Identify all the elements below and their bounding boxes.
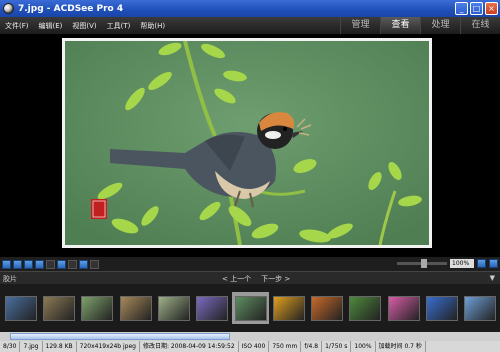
thumbnail-image (157, 295, 190, 321)
tab-online[interactable]: 在线 (460, 17, 500, 34)
maximize-button[interactable]: □ (470, 2, 483, 15)
bird-photo-graphic (65, 41, 429, 245)
filmstrip-thumb-5[interactable] (155, 292, 192, 324)
filmstrip-thumb-12[interactable] (423, 292, 460, 324)
menu-help[interactable]: 帮助(H) (135, 21, 170, 31)
filmstrip-nav: < 上一个 下一步 > (222, 274, 290, 284)
filmstrip-thumb-6[interactable] (194, 292, 231, 324)
filmstrip-thumb-10[interactable] (347, 292, 384, 324)
filmstrip-thumb-11[interactable] (385, 292, 422, 324)
status-aperture: f/4.8 (301, 341, 323, 352)
thumbnail-image (426, 295, 459, 321)
mode-tabs: 管理 查看 处理 在线 (340, 17, 500, 34)
thumbnail-image (387, 295, 420, 321)
menu-bar: 文件(F) 编辑(E) 视图(V) 工具(T) 帮助(H) 管理 查看 处理 在… (0, 17, 500, 34)
status-file-size: 129.8 KB (43, 341, 77, 352)
status-load-time: 加载时间 0.7 秒 (376, 341, 426, 352)
zoom-controls: 100% (397, 259, 498, 268)
zoom-level[interactable]: 100% (450, 259, 474, 268)
status-modified-date: 修改日期: 2008-04-09 14:59:52 (140, 341, 239, 352)
filmstrip (0, 284, 500, 332)
layout-icon[interactable] (489, 259, 498, 268)
status-dimensions: 720x419x24b jpeg (77, 341, 140, 352)
filmstrip-header: 胶片 < 上一个 下一步 > ▼ (0, 271, 500, 284)
close-button[interactable]: × (485, 2, 498, 15)
select-icon[interactable] (57, 259, 66, 269)
next-button[interactable]: 下一步 > (261, 274, 290, 284)
filmstrip-scrollbar[interactable] (0, 332, 500, 341)
tab-view[interactable]: 查看 (380, 17, 420, 34)
rotate-left-icon[interactable] (2, 259, 11, 269)
title-bar: 7.jpg - ACDSee Pro 4 _ □ × (0, 0, 500, 17)
filmstrip-thumb-9[interactable] (309, 292, 346, 324)
tab-process[interactable]: 处理 (420, 17, 460, 34)
share-icon[interactable] (90, 259, 99, 269)
filmstrip-thumb-8[interactable] (270, 292, 307, 324)
status-focal-length: 750 mm (269, 341, 302, 352)
scrollbar-thumb[interactable] (10, 333, 230, 340)
rotate-right-icon[interactable] (13, 259, 22, 269)
thumbnail-image (42, 295, 75, 321)
thumbnail-image (272, 295, 305, 321)
minimize-button[interactable]: _ (455, 2, 468, 15)
menu-edit[interactable]: 编辑(E) (34, 21, 68, 31)
status-file-name: 7.jpg (20, 341, 43, 352)
filmstrip-thumb-3[interactable] (79, 292, 116, 324)
filmstrip-label: 胶片 (3, 275, 17, 283)
thumbnail-image (196, 295, 229, 321)
previous-button[interactable]: < 上一个 (222, 274, 251, 284)
thumbnail-image (81, 295, 114, 321)
fullscreen-icon[interactable] (477, 259, 486, 268)
collapse-icon[interactable]: ▼ (490, 274, 495, 282)
thumbnail-image (311, 295, 344, 321)
actual-size-icon[interactable] (35, 259, 44, 269)
menu-file[interactable]: 文件(F) (0, 21, 34, 31)
thumbnail-image (349, 295, 382, 321)
window-title: 7.jpg - ACDSee Pro 4 (18, 3, 124, 14)
filmstrip-thumb-1[interactable] (2, 292, 39, 324)
magnifier-icon[interactable] (79, 259, 88, 269)
status-iso: ISO 400 (239, 341, 270, 352)
viewer-toolbar: 100% (0, 257, 500, 271)
menu-tools[interactable]: 工具(T) (102, 21, 136, 31)
filmstrip-thumb-13[interactable] (462, 292, 499, 324)
filmstrip-thumb-4[interactable] (117, 292, 154, 324)
crop-icon[interactable] (46, 259, 55, 269)
window-controls: _ □ × (455, 2, 498, 15)
filmstrip-thumb-7[interactable] (231, 292, 270, 324)
zoom-slider[interactable] (397, 259, 447, 268)
thumbnail-image (119, 295, 152, 321)
thumbnail-image (4, 295, 37, 321)
image-viewer[interactable] (0, 34, 500, 257)
thumbnail-image (464, 295, 497, 321)
fit-icon[interactable] (24, 259, 33, 269)
status-shutter: 1/750 s (322, 341, 352, 352)
photo-bird-on-branch[interactable] (62, 38, 432, 248)
status-image-index: 8/30 (0, 341, 21, 352)
pan-icon[interactable] (68, 259, 77, 269)
zoom-slider-handle[interactable] (421, 259, 427, 268)
filmstrip-thumb-2[interactable] (40, 292, 77, 324)
app-icon[interactable] (3, 3, 14, 14)
menu-view[interactable]: 视图(V) (67, 21, 101, 31)
thumbnail-image (234, 295, 267, 321)
status-zoom: 100% (351, 341, 376, 352)
tab-manage[interactable]: 管理 (340, 17, 380, 34)
status-bar: 8/30 7.jpg 129.8 KB 720x419x24b jpeg 修改日… (0, 341, 500, 352)
